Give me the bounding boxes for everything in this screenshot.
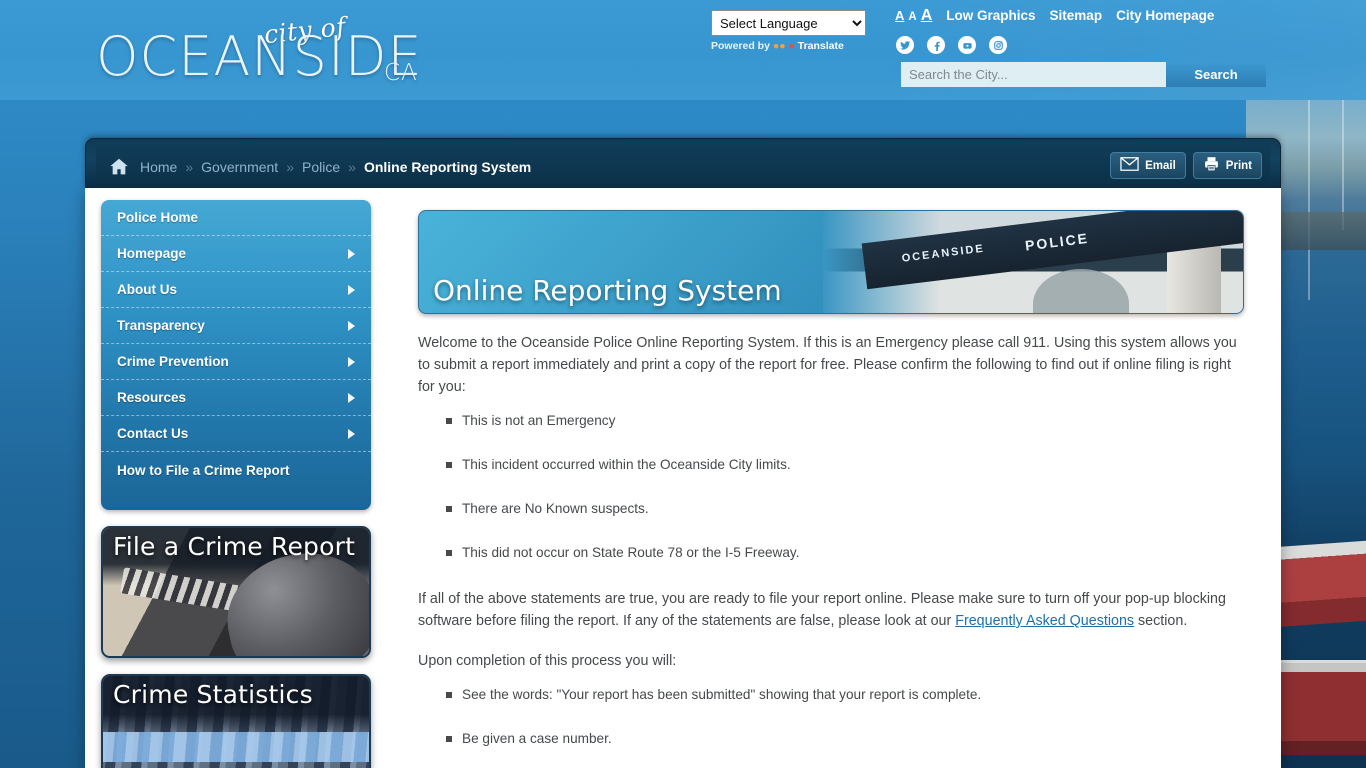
site-logo[interactable]: city of OCEANSIDE CA [96,10,476,88]
sidebar-item-label: Crime Prevention [117,354,229,369]
list-item: Be given a case number. [446,730,1246,748]
google-dot-icon: ● [788,40,795,52]
promo-title: Crime Statistics [113,680,313,709]
faq-link[interactable]: Frequently Asked Questions [955,613,1134,629]
sidebar-item-label: Police Home [117,210,199,225]
language-select[interactable]: Select Language Spanish French German Ch… [711,10,866,36]
logo-state-text: CA [384,60,418,86]
banner-arch-decor [1033,269,1129,313]
facebook-icon[interactable] [927,36,945,54]
sidebar-item-label: Resources [117,390,187,405]
twitter-icon[interactable] [896,36,914,54]
banner-sign-word-oceanside: OCEANSIDE [901,242,986,265]
breadcrumb-inner: Home » Government » Police » Online Repo… [96,145,1270,188]
banner-column-decor [1167,241,1221,313]
building-band-decor [103,732,369,762]
site-header: city of OCEANSIDE CA Select Language Spa… [0,0,1366,100]
sitemap-link[interactable]: Sitemap [1050,8,1103,23]
sidebar-item-crime-prevention[interactable]: Crime Prevention [101,344,371,380]
instructions-paragraph: If all of the above statements are true,… [418,588,1246,632]
printer-icon [1203,156,1220,175]
chevron-right-icon [348,284,355,295]
breadcrumb-police[interactable]: Police [302,159,340,175]
page-actions: Email Print [1110,152,1262,179]
sidebar-item-label: Homepage [117,246,187,261]
page-banner: OCEANSIDE POLICE Online Reporting System [418,210,1244,314]
chevron-right-icon [348,320,355,331]
list-item: This is not an Emergency [446,412,1246,430]
chevron-right-icon [348,248,355,259]
police-sidebar-navigation: Police Home Homepage About Us Transparen… [101,200,371,510]
font-size-small-button[interactable]: A [908,11,916,23]
breadcrumb-home[interactable]: Home [140,159,177,175]
site-search: Search [901,62,1266,87]
home-icon[interactable] [108,156,130,178]
instagram-icon[interactable] [989,36,1007,54]
page-title: Online Reporting System [433,274,782,307]
chevron-right-icon [348,428,355,439]
breadcrumb-current: Online Reporting System [363,158,532,175]
font-size-large-button[interactable]: A [921,7,933,25]
instructions-text-after: section. [1134,613,1188,629]
search-input[interactable] [901,62,1166,87]
sidebar-item-label: Transparency [117,318,205,333]
completion-list: See the words: "Your report has been sub… [446,686,1246,748]
font-size-medium-button[interactable]: A [895,8,904,23]
promo-title: File a Crime Report [113,532,356,561]
banner-sign-word-police: POLICE [1024,229,1090,254]
sidebar-item-police-home[interactable]: Police Home [101,200,371,236]
google-dot-icon: ●● [772,40,786,52]
search-button[interactable]: Search [1166,62,1266,87]
list-item: This incident occurred within the Oceans… [446,456,1246,474]
sidebar-item-label: Contact Us [117,426,189,441]
list-item: See the words: "Your report has been sub… [446,686,1246,704]
completion-intro-paragraph: Upon completion of this process you will… [418,653,677,669]
promo-file-a-crime-report[interactable]: File a Crime Report [101,526,371,658]
sidebar-item-label: About Us [117,282,177,297]
banner-photo-police-station: OCEANSIDE POLICE [823,211,1243,313]
breadcrumb-separator: » [185,158,194,175]
sidebar-item-homepage[interactable]: Homepage [101,236,371,272]
content-panel: Police Home Homepage About Us Transparen… [85,188,1281,768]
print-button[interactable]: Print [1192,152,1262,179]
language-widget: Select Language Spanish French German Ch… [711,10,866,52]
utility-links: A A A Low Graphics Sitemap City Homepage [895,7,1214,25]
breadcrumb-separator: » [348,158,356,175]
chevron-right-icon [348,356,355,367]
envelope-icon [1120,157,1139,174]
list-item: There are No Known suspects. [446,500,1246,518]
sidebar-item-contact-us[interactable]: Contact Us [101,416,371,452]
city-homepage-link[interactable]: City Homepage [1116,8,1214,23]
print-button-label: Print [1225,159,1252,172]
powered-by-label: Powered by [711,40,770,52]
low-graphics-link[interactable]: Low Graphics [946,8,1035,23]
sidebar-item-how-to-file-a-crime-report[interactable]: How to File a Crime Report [101,452,371,488]
powered-by-translate[interactable]: Powered by ●● ● Translate [711,40,866,52]
confirmation-list: This is not an Emergency This incident o… [446,412,1246,562]
breadcrumb: Home » Government » Police » Online Repo… [140,159,531,175]
promo-crime-statistics[interactable]: Crime Statistics [101,674,371,768]
breadcrumb-separator: » [286,158,294,175]
chevron-right-icon [348,392,355,403]
email-button-label: Email [1145,159,1176,172]
sidebar-item-label: How to File a Crime Report [117,462,290,478]
main-content: OCEANSIDE POLICE Online Reporting System… [418,210,1246,768]
list-item: This did not occur on State Route 78 or … [446,544,1246,562]
breadcrumb-bar: Home » Government » Police » Online Repo… [85,138,1281,188]
sidebar-item-about-us[interactable]: About Us [101,272,371,308]
intro-paragraph: Welcome to the Oceanside Police Online R… [418,335,1237,395]
social-links [896,36,1007,54]
email-button[interactable]: Email [1110,152,1186,179]
translate-label: Translate [797,40,844,52]
logo-main-text: OCEANSIDE [96,25,423,88]
left-column: Police Home Homepage About Us Transparen… [101,200,371,768]
breadcrumb-government[interactable]: Government [201,159,278,175]
sidebar-item-resources[interactable]: Resources [101,380,371,416]
youtube-icon[interactable] [958,36,976,54]
sidebar-item-transparency[interactable]: Transparency [101,308,371,344]
